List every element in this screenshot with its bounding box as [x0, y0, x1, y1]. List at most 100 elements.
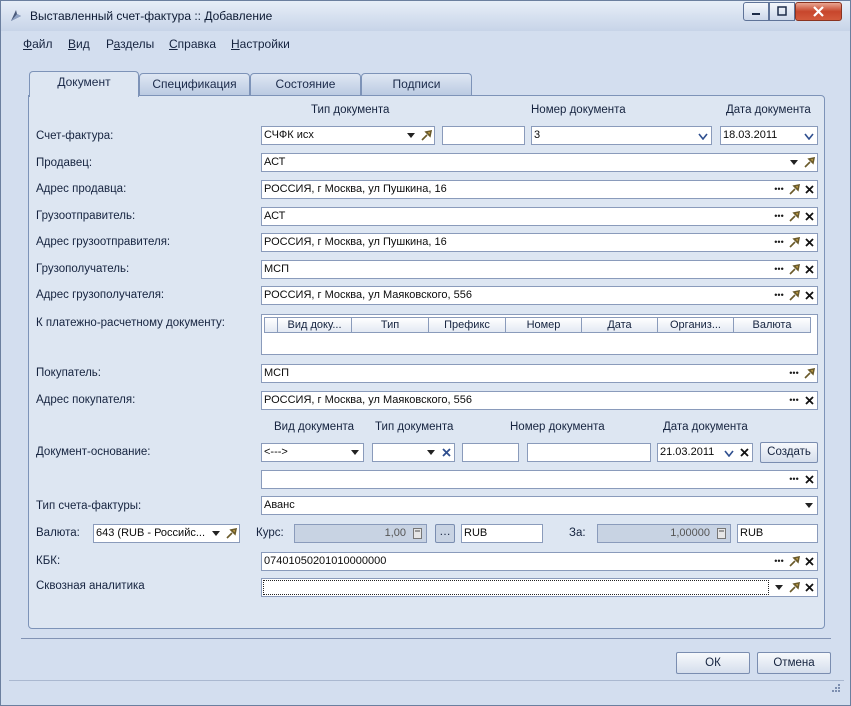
- ellipsis-icon[interactable]: •••: [772, 182, 786, 197]
- ellipsis-icon[interactable]: •••: [787, 393, 801, 408]
- resize-grip-icon[interactable]: [830, 684, 840, 694]
- pick-icon[interactable]: [787, 235, 801, 250]
- buyer-address-field[interactable]: РОССИЯ, г Москва, ул Маяковского, 556 ••…: [261, 391, 818, 410]
- ellipsis-icon[interactable]: •••: [772, 235, 786, 250]
- menu-file[interactable]: Файл: [23, 37, 53, 51]
- analytics-field[interactable]: [261, 578, 818, 597]
- rate-field: 1,00: [294, 524, 427, 543]
- pick-icon[interactable]: [802, 366, 816, 381]
- chevron-down-icon[interactable]: [209, 526, 223, 541]
- consignee-address-field[interactable]: РОССИЯ, г Москва, ул Маяковского, 556 ••…: [261, 286, 818, 305]
- clear-icon[interactable]: [802, 262, 816, 277]
- ellipsis-icon[interactable]: •••: [772, 209, 786, 224]
- seller-select[interactable]: АСТ: [261, 153, 818, 172]
- per-currency-field[interactable]: RUB: [737, 524, 818, 543]
- basis-kind-select[interactable]: <--->: [261, 443, 364, 462]
- ellipsis-icon[interactable]: •••: [787, 472, 801, 487]
- clear-icon[interactable]: [802, 580, 816, 595]
- seller-address-field[interactable]: РОССИЯ, г Москва, ул Пушкина, 16 •••: [261, 180, 818, 199]
- ellipsis-icon[interactable]: •••: [772, 554, 786, 569]
- tab-signatures[interactable]: Подписи: [361, 73, 472, 96]
- menu-sections[interactable]: Разделы: [106, 37, 154, 51]
- clear-icon[interactable]: [802, 182, 816, 197]
- maximize-button[interactable]: [769, 2, 795, 21]
- invoice-number-select[interactable]: 3: [531, 126, 712, 145]
- menu-help-label: правка: [177, 37, 217, 51]
- chevron-down-icon[interactable]: [787, 155, 801, 170]
- grid-column-organization[interactable]: Организ...: [657, 317, 734, 333]
- shipper-address-field[interactable]: РОССИЯ, г Москва, ул Пушкина, 16 •••: [261, 233, 818, 252]
- payment-doc-grid[interactable]: Вид доку... Тип Префикс Номер Дата Орган…: [261, 314, 818, 355]
- pick-icon[interactable]: [787, 209, 801, 224]
- pick-icon[interactable]: [419, 128, 433, 143]
- consignee-field[interactable]: МСП •••: [261, 260, 818, 279]
- tab-specification[interactable]: Спецификация: [139, 73, 250, 96]
- clear-icon[interactable]: [802, 235, 816, 250]
- invoice-prefix-field[interactable]: [442, 126, 525, 145]
- clear-icon[interactable]: [737, 445, 751, 460]
- buyer-address-value: РОССИЯ, г Москва, ул Маяковского, 556: [264, 394, 473, 406]
- kbk-field[interactable]: 07401050201010000000 •••: [261, 552, 818, 571]
- invoice-type-value: СЧФК исх: [264, 129, 314, 141]
- pick-icon[interactable]: [787, 182, 801, 197]
- calendar-check-icon[interactable]: [802, 128, 816, 143]
- minimize-button[interactable]: [743, 2, 769, 21]
- chevron-down-icon[interactable]: [424, 445, 438, 460]
- invoice-kind-value: Аванс: [264, 499, 295, 511]
- create-basis-button[interactable]: Создать: [760, 442, 818, 463]
- pick-icon[interactable]: [787, 554, 801, 569]
- invoice-kind-select[interactable]: Аванс: [261, 496, 818, 515]
- chevron-down-icon[interactable]: [772, 580, 786, 595]
- pick-icon[interactable]: [787, 288, 801, 303]
- ellipsis-icon[interactable]: •••: [772, 288, 786, 303]
- basis-prefix-field[interactable]: [462, 443, 519, 462]
- chevron-down-icon[interactable]: [348, 445, 362, 460]
- pick-icon[interactable]: [787, 580, 801, 595]
- ok-button[interactable]: ОК: [676, 652, 750, 674]
- grid-column-currency[interactable]: Валюта: [733, 317, 811, 333]
- ellipsis-icon[interactable]: •••: [772, 262, 786, 277]
- basis-type-select[interactable]: [372, 443, 455, 462]
- invoice-date-field[interactable]: 18.03.2011: [720, 126, 818, 145]
- grid-column-number[interactable]: Номер: [505, 317, 582, 333]
- currency-select[interactable]: 643 (RUB - Российс...: [93, 524, 240, 543]
- clear-icon[interactable]: [802, 288, 816, 303]
- chevron-down-icon[interactable]: [696, 128, 710, 143]
- menu-view[interactable]: Вид: [68, 37, 90, 51]
- buyer-field[interactable]: МСП •••: [261, 364, 818, 383]
- chevron-down-icon[interactable]: [802, 498, 816, 513]
- calendar-check-icon[interactable]: [722, 445, 736, 460]
- grid-column-prefix[interactable]: Префикс: [428, 317, 506, 333]
- tab-document[interactable]: Документ: [29, 71, 139, 97]
- cancel-button[interactable]: Отмена: [757, 652, 831, 674]
- invoice-type-select[interactable]: СЧФК исх: [261, 126, 435, 145]
- tab-state[interactable]: Состояние: [250, 73, 361, 96]
- pick-icon[interactable]: [224, 526, 238, 541]
- clear-icon[interactable]: [439, 445, 453, 460]
- close-button[interactable]: [795, 2, 842, 21]
- pick-icon[interactable]: [787, 262, 801, 277]
- clear-icon[interactable]: [802, 472, 816, 487]
- rate-currency-field[interactable]: RUB: [461, 524, 543, 543]
- shipper-label: Грузоотправитель:: [36, 210, 136, 222]
- consignee-address-label: Адрес грузополучателя:: [36, 289, 165, 301]
- grid-column-kind[interactable]: Вид доку...: [277, 317, 352, 333]
- shipper-field[interactable]: АСТ •••: [261, 207, 818, 226]
- clear-icon[interactable]: [802, 393, 816, 408]
- pick-icon[interactable]: [802, 155, 816, 170]
- menu-file-label: айл: [32, 37, 53, 51]
- grid-column-type[interactable]: Тип: [351, 317, 429, 333]
- buyer-label: Покупатель:: [36, 367, 101, 379]
- calculator-icon: [410, 526, 424, 541]
- consignee-label: Грузополучатель:: [36, 263, 130, 275]
- menu-settings[interactable]: Настройки: [231, 37, 290, 51]
- menu-help[interactable]: Справка: [169, 37, 216, 51]
- chevron-down-icon[interactable]: [404, 128, 418, 143]
- ellipsis-icon[interactable]: •••: [787, 366, 801, 381]
- clear-icon[interactable]: [802, 209, 816, 224]
- basis-number-field[interactable]: [527, 443, 651, 462]
- grid-column-date[interactable]: Дата: [581, 317, 658, 333]
- basis-extra-field[interactable]: •••: [261, 470, 818, 489]
- clear-icon[interactable]: [802, 554, 816, 569]
- basis-date-field[interactable]: 21.03.2011: [657, 443, 753, 462]
